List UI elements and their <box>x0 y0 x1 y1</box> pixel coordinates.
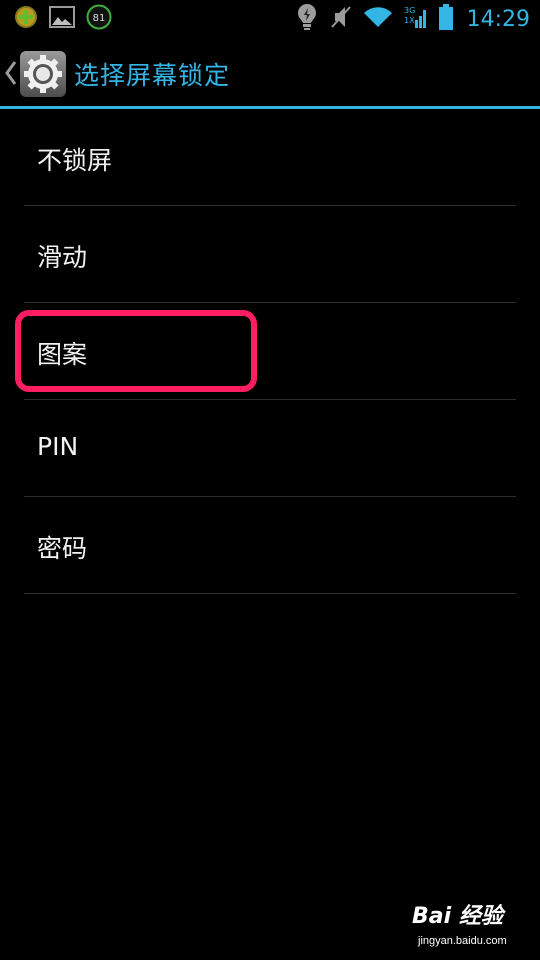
watermark-logo: Bai 经验 <box>412 904 503 929</box>
status-bar: 81 3G 1X 14:29 <box>0 0 540 38</box>
watermark-url: jingyan.baidu.com <box>418 935 507 947</box>
mute-icon <box>329 4 353 34</box>
baidu-watermark: Bai 经验 jingyan.baidu.com <box>412 898 512 950</box>
add-app-icon <box>14 5 38 33</box>
list-item-label: PIN <box>37 432 79 461</box>
system-icons: 3G 1X 14:29 <box>295 4 530 34</box>
location-icon <box>295 3 319 35</box>
badge-81-icon: 81 <box>86 4 112 34</box>
status-time: 14:29 <box>466 6 530 32</box>
settings-gear-icon[interactable] <box>20 51 66 97</box>
list-divider <box>24 593 516 594</box>
notification-icons: 81 <box>14 4 112 34</box>
list-item-slide[interactable]: 滑动 <box>0 206 540 303</box>
list-item-label: 密码 <box>37 534 88 563</box>
back-chevron-icon[interactable] <box>4 60 18 90</box>
highlight-annotation <box>15 310 257 392</box>
page-title: 选择屏幕锁定 <box>74 61 231 90</box>
list-item-label: 不锁屏 <box>37 146 113 175</box>
signal-icon: 3G 1X <box>403 4 429 34</box>
wifi-icon <box>363 5 393 33</box>
list-item-pin[interactable]: PIN <box>0 400 540 497</box>
battery-icon <box>438 4 453 34</box>
network-3g-label: 3G <box>404 6 415 15</box>
list-item-none[interactable]: 不锁屏 <box>0 109 540 206</box>
list-item-password[interactable]: 密码 <box>0 497 540 594</box>
action-bar: 选择屏幕锁定 <box>0 38 540 106</box>
gallery-icon <box>49 6 75 32</box>
badge-count: 81 <box>93 13 106 24</box>
network-1x-label: 1X <box>404 16 415 25</box>
list-item-label: 滑动 <box>37 243 88 272</box>
